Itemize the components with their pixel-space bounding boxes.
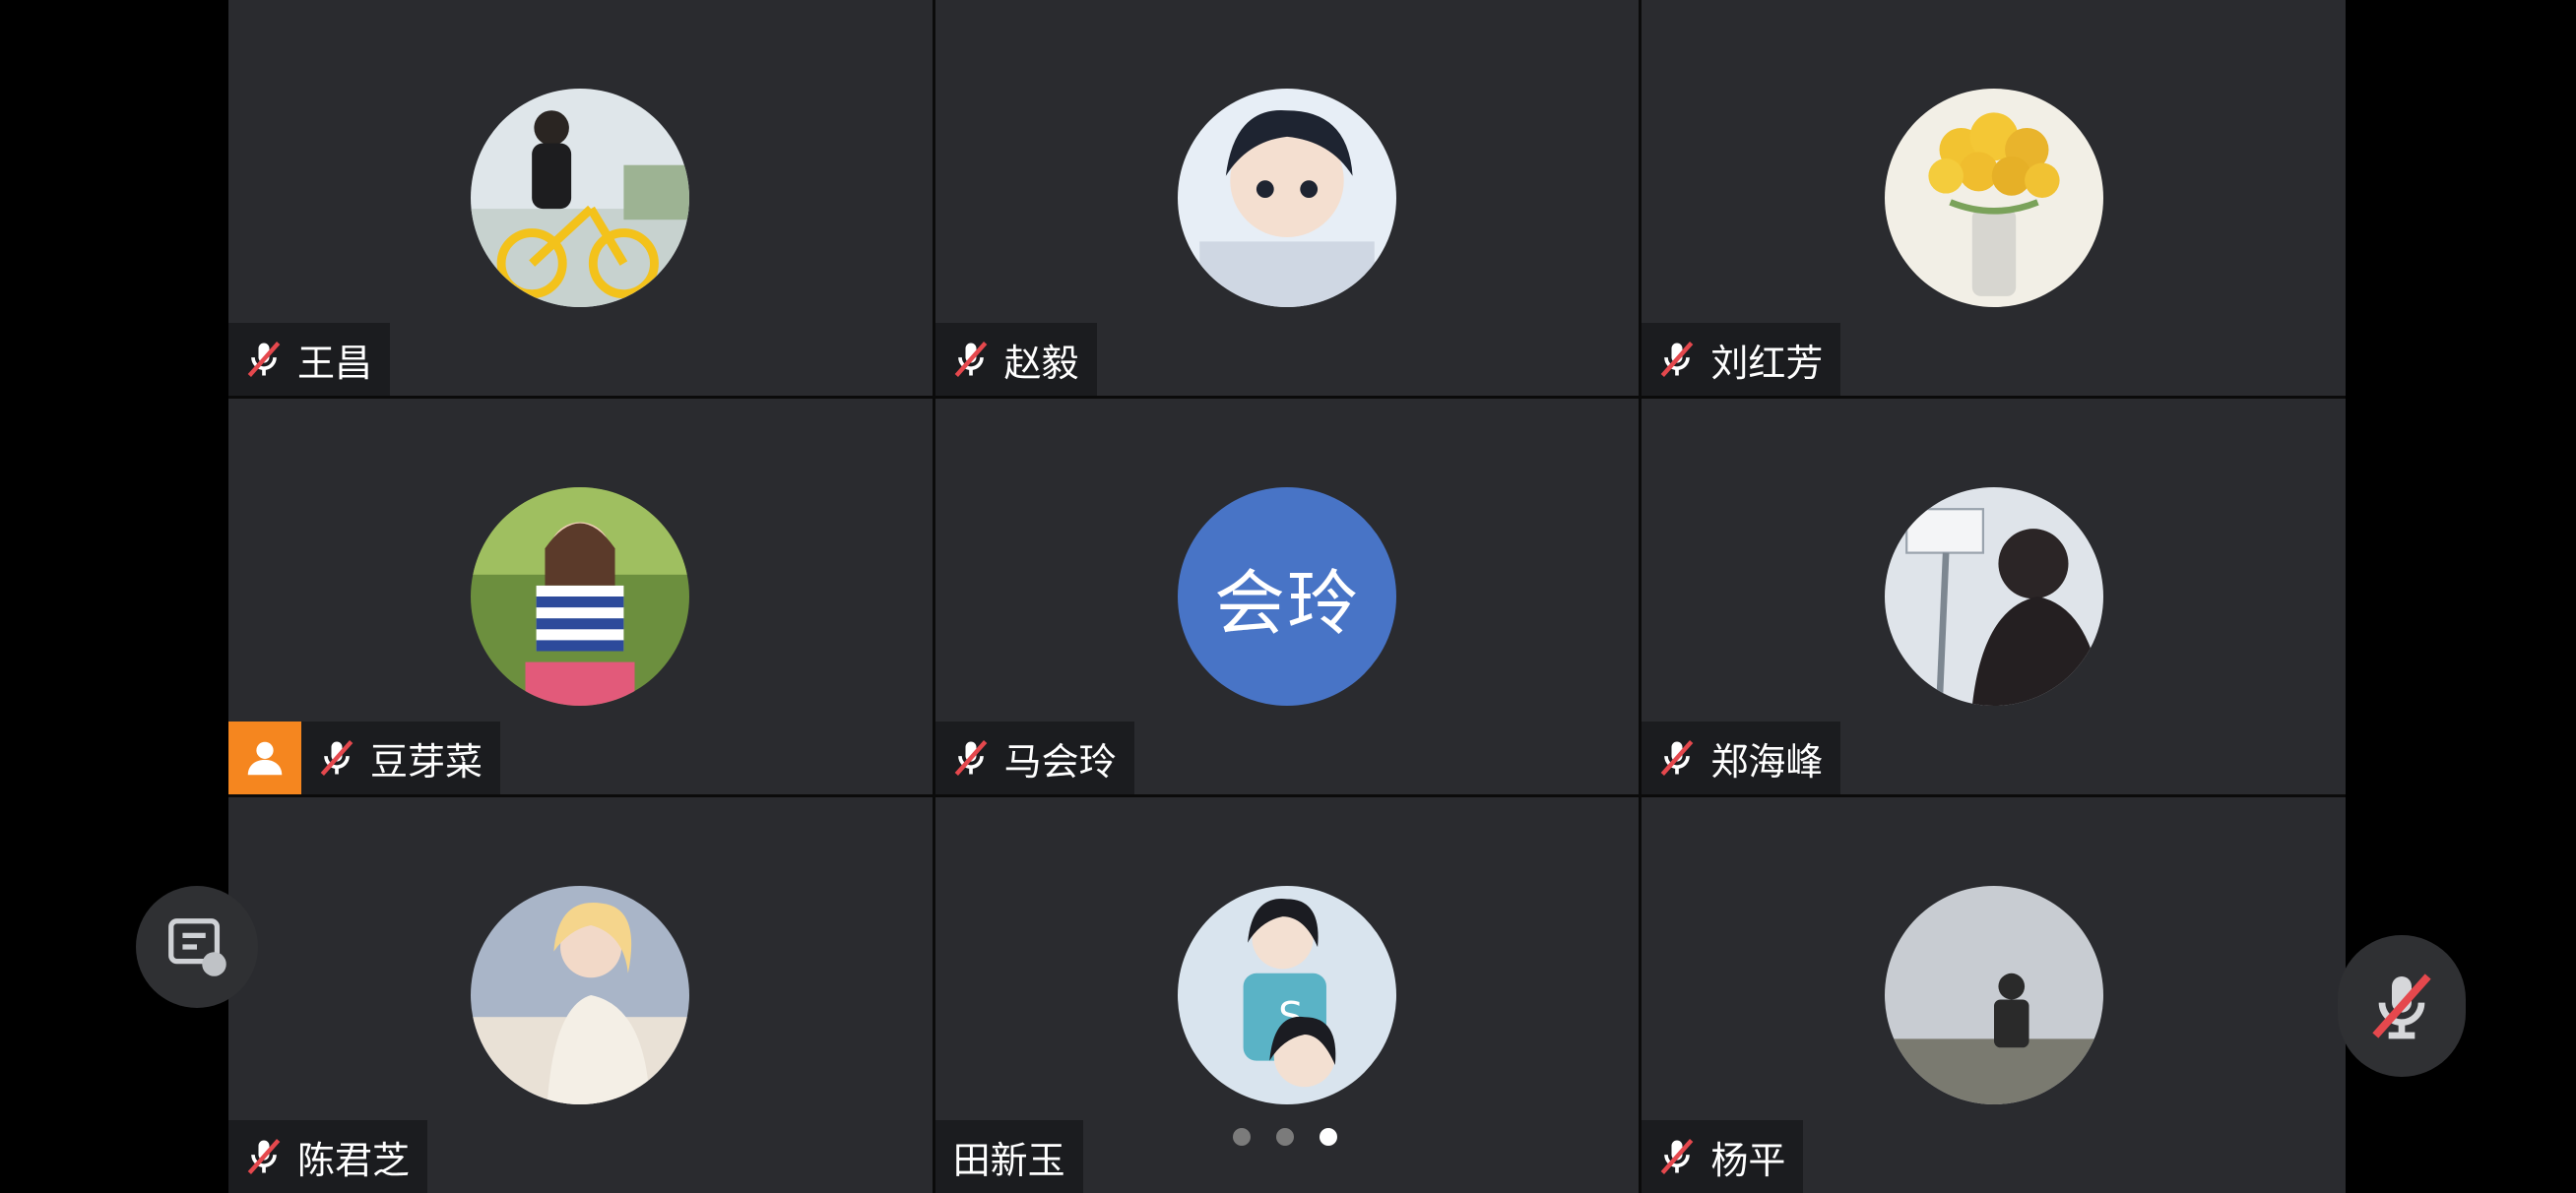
participant-tile[interactable]: 会玲 马会玲 [934, 399, 1640, 794]
participant-label: 郑海峰 [1642, 722, 1841, 794]
avatar: S [1177, 886, 1396, 1104]
participant-name: 刘红芳 [1710, 341, 1824, 385]
mic-muted-icon [1661, 740, 1694, 776]
host-badge [228, 722, 301, 794]
page-dot-active[interactable] [1320, 1128, 1337, 1146]
participant-name: 王昌 [297, 341, 373, 385]
mic-muted-icon [1661, 1139, 1694, 1174]
mic-muted-icon [2372, 973, 2431, 1039]
chat-button[interactable] [136, 886, 258, 1008]
avatar [1884, 89, 2103, 307]
avatar: 会玲 [1177, 487, 1396, 706]
avatar [1177, 89, 1396, 307]
participant-tile[interactable]: 陈君芝 [228, 797, 933, 1193]
avatar [471, 886, 690, 1104]
page-dot[interactable] [1276, 1128, 1294, 1146]
participant-tile[interactable]: 赵毅 [934, 0, 1640, 396]
participant-label: 陈君芝 [228, 1120, 428, 1193]
page-dot[interactable] [1233, 1128, 1251, 1146]
avatar [1884, 487, 2103, 706]
participant-label: 杨平 [1642, 1120, 1804, 1193]
participant-label: 田新玉 [934, 1120, 1083, 1193]
participant-tile[interactable]: 郑海峰 [1642, 399, 2346, 794]
participant-name: 田新玉 [952, 1138, 1065, 1182]
participant-name: 杨平 [1710, 1138, 1786, 1182]
page-indicator[interactable] [1233, 1128, 1337, 1146]
microphone-button[interactable] [2338, 935, 2466, 1077]
participant-tile[interactable]: 王昌 [228, 0, 933, 396]
participant-tile[interactable]: 杨平 [1642, 797, 2346, 1193]
mic-muted-icon [247, 1139, 281, 1174]
mic-muted-icon [954, 342, 987, 377]
participant-name: 豆芽菜 [370, 739, 483, 784]
participant-name: 陈君芝 [297, 1138, 411, 1182]
mic-muted-icon [320, 740, 354, 776]
participant-label: 赵毅 [934, 323, 1097, 396]
participant-name: 郑海峰 [1710, 739, 1824, 784]
participant-tile[interactable]: 刘红芳 [1642, 0, 2346, 396]
participant-name: 赵毅 [1003, 341, 1079, 385]
avatar [471, 89, 690, 307]
participant-label: 豆芽菜 [301, 722, 501, 794]
mic-muted-icon [247, 342, 281, 377]
chat-icon [168, 918, 226, 976]
participant-name: 马会玲 [1003, 739, 1117, 784]
avatar [1884, 886, 2103, 1104]
participant-label: 马会玲 [934, 722, 1134, 794]
mic-muted-icon [1661, 342, 1694, 377]
participant-label: 王昌 [228, 323, 391, 396]
avatar [471, 487, 690, 706]
participant-tile[interactable]: 豆芽菜 [228, 399, 933, 794]
participant-label: 刘红芳 [1642, 323, 1841, 396]
person-icon [247, 741, 283, 776]
mic-muted-icon [954, 740, 987, 776]
video-grid: 王昌 赵毅 刘红芳 豆芽菜 会玲 马会玲 郑海峰 陈君芝 S 田新玉 杨平 [228, 0, 2346, 1193]
